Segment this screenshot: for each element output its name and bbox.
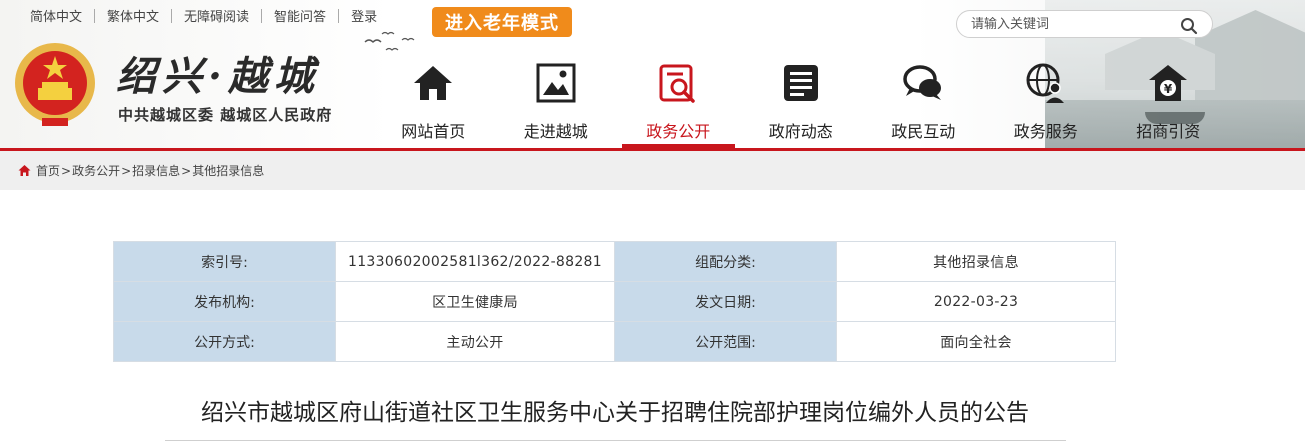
meta-value-index: 11330602002581l362/2022-88281 [335,241,615,282]
search-document-icon [659,64,695,103]
nav-label: 政务服务 [1013,122,1078,141]
table-row: 索引号: 11330602002581l362/2022-88281 组配分类:… [113,241,1116,282]
meta-value-disclosure-method: 主动公开 [335,321,615,362]
globe-user-icon [1026,63,1064,103]
meta-value-disclosure-scope: 面向全社会 [836,321,1116,362]
chat-icon [903,65,942,100]
nav-label: 政民互动 [891,122,956,141]
meta-value-date: 2022-03-23 [836,281,1116,322]
nav-item-investment[interactable]: ¥ 招商引资 [1107,58,1230,148]
breadcrumb: 首页 > 政务公开 > 招录信息 > 其他招录信息 [0,151,1305,190]
search-box [956,10,1213,38]
svg-text:¥: ¥ [1164,82,1173,96]
main-nav: 网站首页 走进越城 政务公开 政府动态 政民互动 政务服务 ¥ 招商引资 [372,58,1230,148]
document-meta-table: 索引号: 11330602002581l362/2022-88281 组配分类:… [113,241,1116,362]
meta-value-category: 其他招录信息 [836,241,1116,282]
nav-label: 网站首页 [401,122,466,141]
meta-key-publisher: 发布机构: [113,281,336,322]
breadcrumb-recruitment[interactable]: 招录信息 [132,162,180,179]
news-icon [783,65,818,101]
table-row: 公开方式: 主动公开 公开范围: 面向全社会 [113,321,1116,362]
top-links-bar: 简体中文 繁体中文 无障碍阅读 智能问答 登录 [18,6,389,25]
article-title: 绍兴市越城区府山街道社区卫生服务中心关于招聘住院部护理岗位编外人员的公告 [201,400,1029,426]
link-smart-qa[interactable]: 智能问答 [262,6,338,25]
search-icon[interactable] [1180,17,1198,35]
table-row: 发布机构: 区卫生健康局 发文日期: 2022-03-23 [113,281,1116,322]
elder-mode-button[interactable]: 进入老年模式 [432,7,572,37]
breadcrumb-gov-disclosure[interactable]: 政务公开 [72,162,120,179]
breadcrumb-home[interactable]: 首页 [36,162,60,179]
site-logo-subtitle: 中共越城区委 越城区人民政府 [118,106,333,124]
meta-key-date: 发文日期: [614,281,837,322]
link-accessibility[interactable]: 无障碍阅读 [172,6,261,25]
meta-key-disclosure-scope: 公开范围: [614,321,837,362]
picture-icon [536,63,576,103]
nav-item-gov-disclosure[interactable]: 政务公开 [617,58,740,148]
meta-key-category: 组配分类: [614,241,837,282]
breadcrumb-other-recruitment[interactable]: 其他招录信息 [192,162,264,179]
meta-key-disclosure-method: 公开方式: [113,321,336,362]
nav-item-about-yuecheng[interactable]: 走进越城 [495,58,618,148]
nav-item-home[interactable]: 网站首页 [372,58,495,148]
nav-label: 招商引资 [1136,122,1201,141]
nav-item-gov-news[interactable]: 政府动态 [740,58,863,148]
link-traditional-chinese[interactable]: 繁体中文 [95,6,171,25]
nav-label: 政务公开 [646,122,711,141]
nav-label: 走进越城 [523,122,588,141]
meta-value-publisher: 区卫生健康局 [335,281,615,322]
nav-item-interaction[interactable]: 政民互动 [862,58,985,148]
search-input[interactable] [971,16,1171,32]
meta-key-index: 索引号: [113,241,336,282]
site-logo-title[interactable]: 绍兴·越城 [116,44,320,102]
nav-item-gov-services[interactable]: 政务服务 [985,58,1108,148]
link-login[interactable]: 登录 [339,6,389,25]
yuan-house-icon: ¥ [1149,65,1188,101]
site-header: 简体中文 繁体中文 无障碍阅读 智能问答 登录 进入老年模式 绍兴·越城 中共越… [0,0,1305,148]
home-icon [414,66,453,100]
link-simplified-chinese[interactable]: 简体中文 [18,6,94,25]
birds-decoration [364,31,415,51]
title-divider [165,440,1066,441]
national-emblem-logo[interactable] [12,40,98,130]
nav-label: 政府动态 [768,122,833,141]
breadcrumb-home-icon [18,165,31,176]
